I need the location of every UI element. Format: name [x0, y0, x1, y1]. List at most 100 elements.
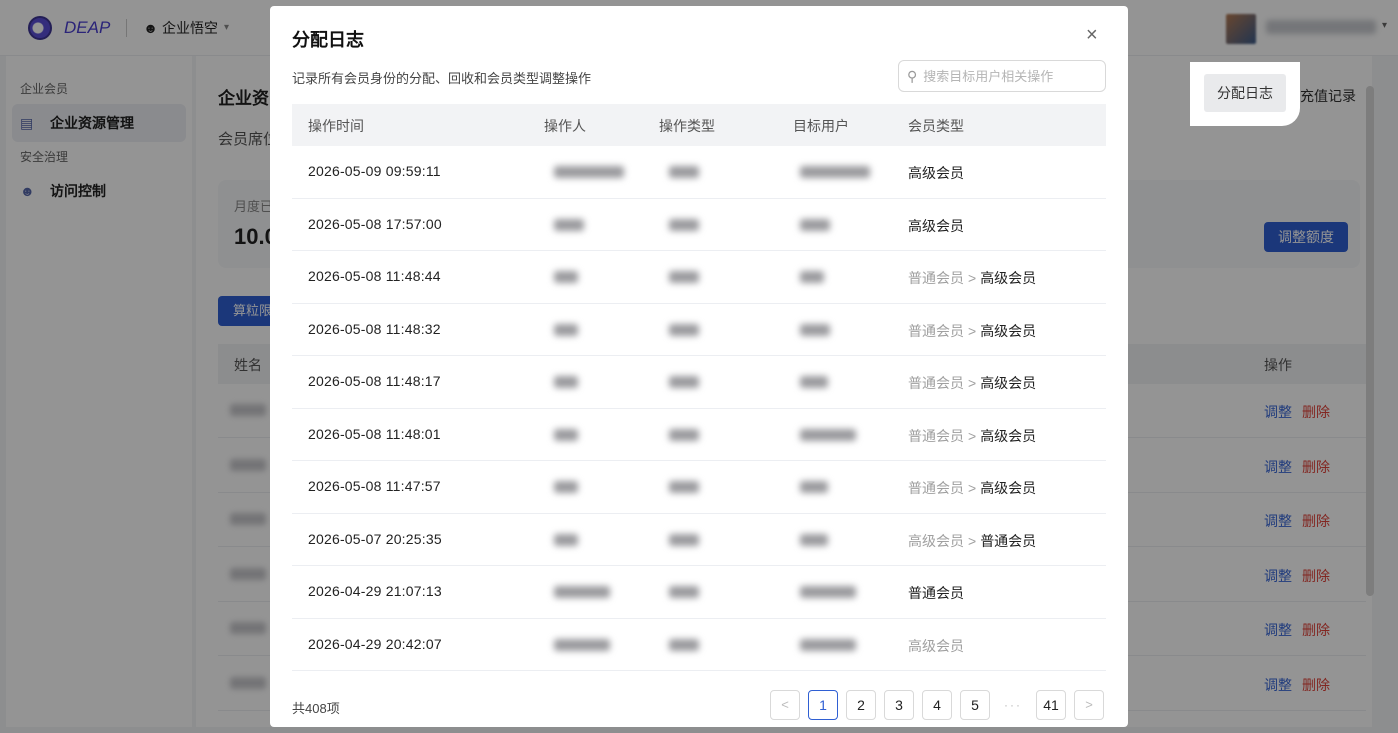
- operation-time: 2026-04-29 21:07:13: [308, 583, 442, 599]
- member-type: 高级会员: [908, 216, 964, 236]
- type-to: 高级会员: [980, 480, 1037, 496]
- operation-type-blurred: [669, 638, 699, 651]
- type-from: 普通会员: [908, 322, 964, 339]
- operator-blurred: [554, 323, 578, 336]
- operation-type-blurred: [669, 323, 699, 336]
- type-value: 高级会员: [908, 165, 964, 181]
- operation-type-blurred: [669, 428, 699, 441]
- target-user-blurred: [800, 533, 828, 546]
- page-button-4[interactable]: 4: [922, 690, 952, 720]
- operator-blurred: [554, 166, 624, 178]
- operator-blurred: [554, 271, 578, 283]
- search-input[interactable]: [923, 68, 1094, 84]
- type-arrow: >: [968, 532, 977, 549]
- page-button-5[interactable]: 5: [960, 690, 990, 720]
- target-user-blurred: [800, 166, 870, 178]
- member-type: 高级会员: [908, 163, 964, 183]
- log-row: 2026-05-08 17:57:00 高级会员: [292, 199, 1106, 251]
- operation-time: 2026-05-08 17:57:00: [308, 215, 442, 232]
- allocation-log-button[interactable]: 分配日志: [1204, 74, 1286, 112]
- allocation-log-dialog: 分配日志 × 记录所有会员身份的分配、回收和会员类型调整操作 ⚲ 操作时间 操作…: [270, 6, 1128, 727]
- operation-time: 2026-05-08 11:48:32: [308, 320, 441, 337]
- type-to: 普通会员: [980, 532, 1037, 549]
- page-button-2[interactable]: 2: [846, 690, 876, 720]
- column-member-type: 会员类型: [908, 118, 964, 134]
- log-row: 2026-05-08 11:48:17 普通会员 > 高级会员: [292, 356, 1106, 409]
- type-from: 普通会员: [908, 480, 964, 496]
- dialog-title: 分配日志: [292, 30, 364, 50]
- operator-blurred: [554, 481, 578, 493]
- type-from: 普通会员: [908, 427, 964, 444]
- log-row: 2026-04-29 20:42:07 高级会员: [292, 619, 1106, 671]
- column-operator: 操作人: [544, 118, 586, 134]
- log-row: 2026-05-09 09:59:11 高级会员: [292, 146, 1106, 199]
- type-value: 高级会员: [908, 637, 964, 654]
- operator-blurred: [554, 586, 610, 598]
- log-row: 2026-05-08 11:48:32 普通会员 > 高级会员: [292, 304, 1106, 356]
- operation-type-blurred: [669, 586, 699, 598]
- page-button-1[interactable]: 1: [808, 690, 838, 720]
- log-row: 2026-05-08 11:48:44 普通会员 > 高级会员: [292, 251, 1106, 304]
- search-icon: ⚲: [907, 67, 918, 84]
- member-type: 普通会员 > 高级会员: [908, 321, 1036, 341]
- close-icon[interactable]: ×: [1086, 24, 1098, 47]
- dialog-description: 记录所有会员身份的分配、回收和会员类型调整操作: [292, 71, 592, 86]
- target-user-blurred: [800, 218, 830, 231]
- member-type: 普通会员 > 高级会员: [908, 268, 1036, 288]
- type-to: 高级会员: [980, 322, 1037, 339]
- target-user-blurred: [800, 428, 856, 441]
- type-from: 普通会员: [908, 375, 964, 391]
- log-table-header: 操作时间 操作人 操作类型 目标用户 会员类型: [292, 104, 1106, 146]
- member-type: 普通会员: [908, 583, 964, 603]
- operation-type-blurred: [669, 376, 699, 388]
- operation-type-blurred: [669, 481, 699, 493]
- member-type: 高级会员 > 普通会员: [908, 531, 1036, 551]
- type-arrow: >: [968, 322, 977, 339]
- page-button-3[interactable]: 3: [884, 690, 914, 720]
- target-user-blurred: [800, 376, 828, 388]
- target-user-blurred: [800, 586, 856, 598]
- member-type: 普通会员 > 高级会员: [908, 478, 1036, 498]
- pagination-ellipsis[interactable]: ···: [998, 698, 1028, 712]
- operator-blurred: [554, 218, 584, 231]
- type-value: 高级会员: [908, 217, 964, 234]
- operation-time: 2026-05-08 11:48:01: [308, 425, 441, 442]
- log-row: 2026-04-29 21:07:13 普通会员: [292, 566, 1106, 619]
- column-target-user: 目标用户: [793, 118, 849, 134]
- search-box[interactable]: ⚲: [898, 60, 1106, 92]
- prev-page-button[interactable]: <: [770, 690, 800, 720]
- type-from: 普通会员: [908, 270, 964, 286]
- type-to: 高级会员: [980, 375, 1037, 391]
- type-arrow: >: [968, 480, 977, 496]
- operation-time: 2026-04-29 20:42:07: [308, 635, 442, 652]
- operation-type-blurred: [669, 218, 699, 231]
- target-user-blurred: [800, 638, 856, 651]
- type-arrow: >: [968, 270, 977, 286]
- target-user-blurred: [800, 323, 830, 336]
- log-row: 2026-05-07 20:25:35 高级会员 > 普通会员: [292, 514, 1106, 566]
- page-button-last[interactable]: 41: [1036, 690, 1066, 720]
- operation-type-blurred: [669, 166, 699, 178]
- target-user-blurred: [800, 271, 824, 283]
- type-value: 普通会员: [908, 585, 964, 601]
- total-count: 共408项: [292, 701, 340, 716]
- operation-type-blurred: [669, 533, 699, 546]
- operator-blurred: [554, 638, 610, 651]
- operation-time: 2026-05-08 11:48:44: [308, 268, 441, 284]
- type-from: 高级会员: [908, 532, 964, 549]
- log-row: 2026-05-08 11:48:01 普通会员 > 高级会员: [292, 409, 1106, 461]
- next-page-button[interactable]: >: [1074, 690, 1104, 720]
- operation-time: 2026-05-09 09:59:11: [308, 163, 441, 179]
- operation-time: 2026-05-08 11:47:57: [308, 478, 441, 494]
- column-operation-type: 操作类型: [659, 118, 715, 134]
- member-type: 高级会员: [908, 636, 964, 656]
- type-arrow: >: [968, 427, 977, 444]
- operator-blurred: [554, 428, 578, 441]
- operator-blurred: [554, 533, 578, 546]
- type-arrow: >: [968, 375, 977, 391]
- member-type: 普通会员 > 高级会员: [908, 373, 1036, 393]
- pagination: < 12345 ··· 41 >: [770, 690, 1112, 720]
- type-to: 高级会员: [980, 270, 1037, 286]
- type-to: 高级会员: [980, 427, 1037, 444]
- operation-time: 2026-05-07 20:25:35: [308, 530, 442, 547]
